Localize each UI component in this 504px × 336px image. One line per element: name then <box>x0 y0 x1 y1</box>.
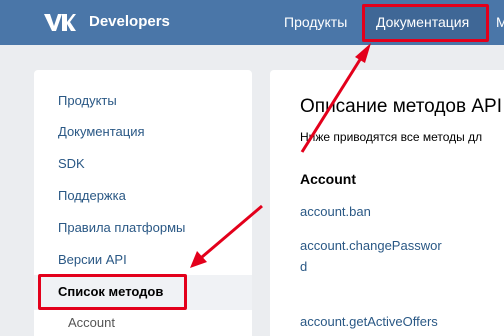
annotation-box-documentation <box>362 4 489 42</box>
method-link-change-password[interactable]: account.changePasswor <box>300 238 442 253</box>
nav-products[interactable]: Продукты <box>284 14 347 30</box>
nav-more-truncated[interactable]: М <box>496 14 504 32</box>
sidebar-subitem-account[interactable]: Account <box>68 315 115 330</box>
section-heading-account: Account <box>300 171 356 187</box>
brand-title[interactable]: Developers <box>89 13 170 30</box>
page-title: Описание методов API <box>300 96 502 117</box>
sidebar-item-sdk[interactable]: SDK <box>58 156 85 171</box>
main-content-panel: Описание методов API Ниже приводятся все… <box>270 70 504 336</box>
method-link-account-ban[interactable]: account.ban <box>300 204 371 219</box>
sidebar-item-api-versions[interactable]: Версии API <box>58 252 127 267</box>
sidebar-item-documentation[interactable]: Документация <box>58 124 145 139</box>
method-link-get-active-offers[interactable]: account.getActiveOffers <box>300 314 438 329</box>
method-link-change-password-wrap[interactable]: d <box>300 259 307 274</box>
vk-logo-icon[interactable] <box>42 11 76 33</box>
sidebar-item-support[interactable]: Поддержка <box>58 188 126 203</box>
sidebar-item-products[interactable]: Продукты <box>58 93 117 108</box>
page-description: Ниже приводятся все методы дл <box>300 130 483 144</box>
annotation-box-methods-list <box>38 274 187 310</box>
sidebar-item-platform-rules[interactable]: Правила платформы <box>58 220 185 235</box>
